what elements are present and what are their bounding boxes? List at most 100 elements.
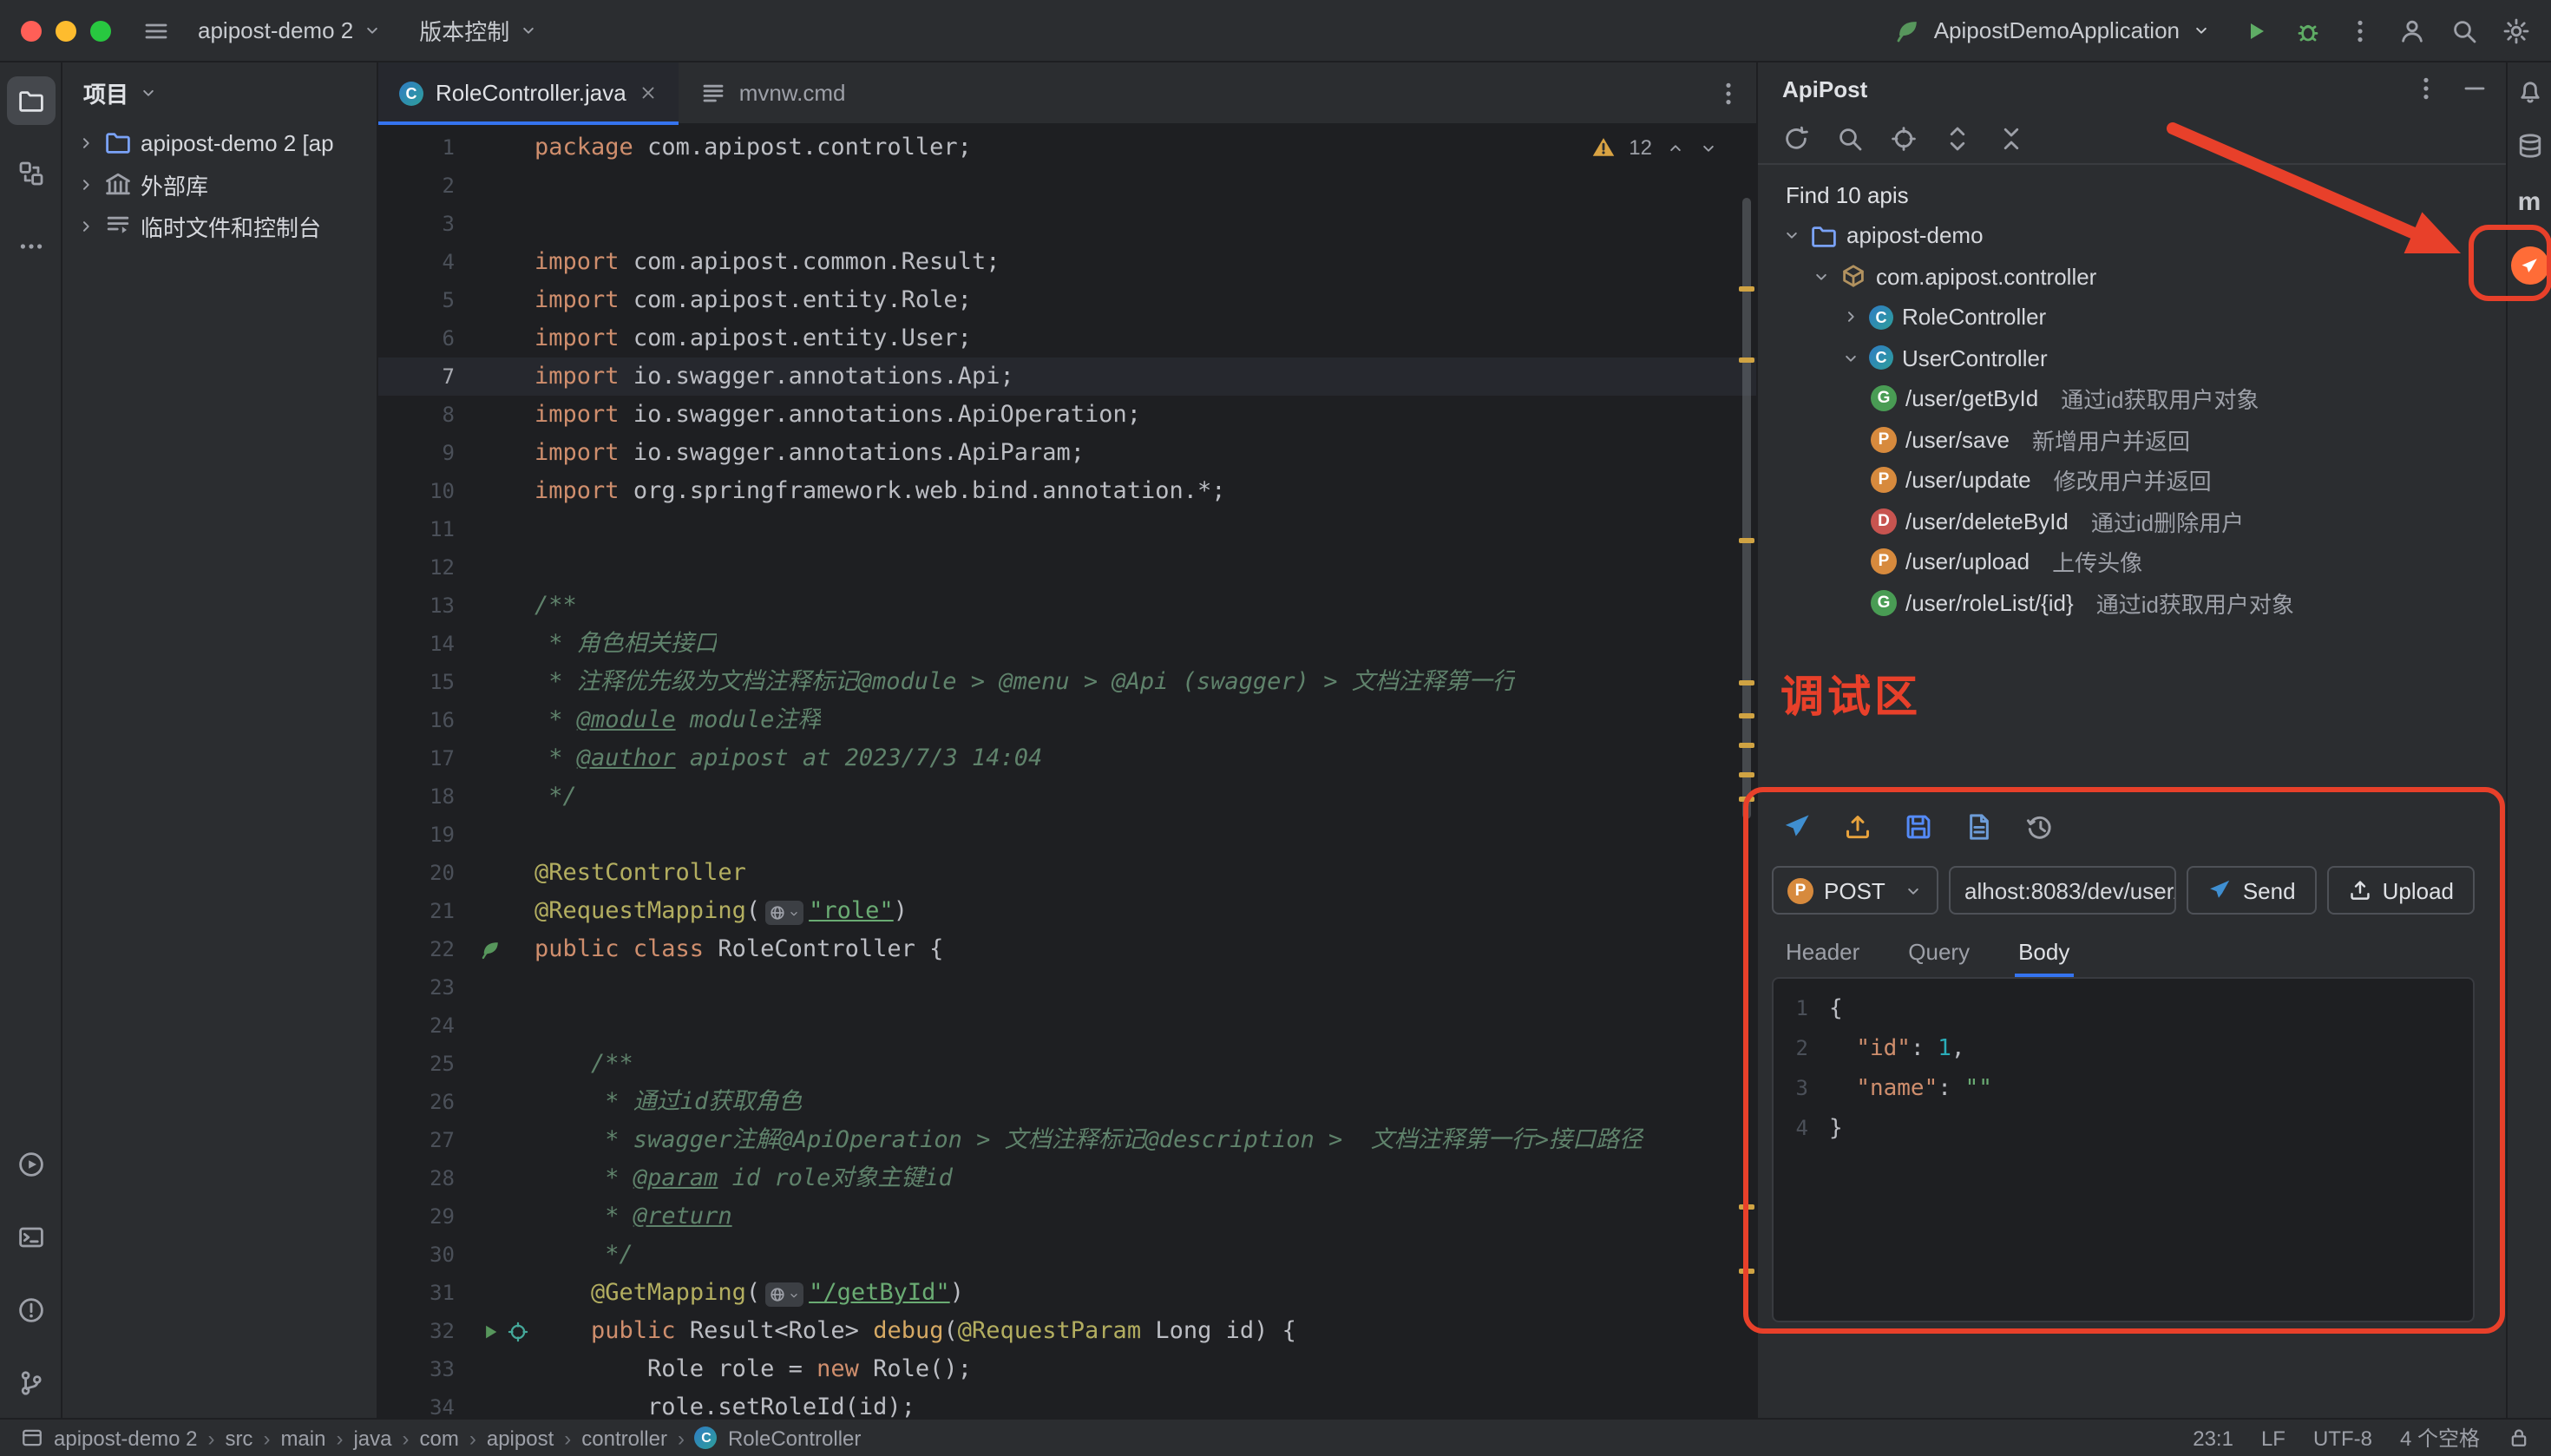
body-line[interactable]: 2 "id": 1, [1774,1029,2473,1069]
api-tree-item[interactable]: CRoleController [1758,297,2506,338]
send-icon[interactable] [1782,812,1812,842]
notifications-icon[interactable] [2515,76,2543,104]
hide-panel-icon[interactable] [2461,75,2489,102]
error-stripe[interactable] [1735,125,1756,1418]
inspections-widget[interactable]: 12 [1590,135,1718,160]
code-line[interactable]: 29 * @return [378,1197,1756,1236]
code-line[interactable]: 21@RequestMapping("role") [378,892,1756,930]
terminal-tool-button[interactable] [6,1213,55,1262]
hamburger-menu-icon[interactable] [142,16,170,44]
code-line[interactable]: 31 @GetMapping("/getById") [378,1274,1756,1312]
code-line[interactable]: 28 * @param id role对象主键id [378,1159,1756,1197]
api-gutter-icon[interactable] [479,938,502,961]
code-line[interactable]: 12 [378,548,1756,587]
debug-button[interactable] [2294,16,2322,44]
minimize-window-button[interactable] [56,20,76,41]
project-tree-item[interactable]: 临时文件和控制台 [62,205,377,246]
code-line[interactable]: 24 [378,1007,1756,1045]
api-tree-endpoint[interactable]: P/user/upload上传头像 [1758,541,2506,582]
upload-icon[interactable] [1843,812,1872,842]
code-with-me-icon[interactable] [2398,16,2426,44]
code-line[interactable]: 11 [378,510,1756,548]
chevron-right-icon[interactable] [76,174,95,193]
api-tree-endpoint[interactable]: G/user/getById通过id获取用户对象 [1758,378,2506,419]
history-icon[interactable] [2025,812,2055,842]
body-line[interactable]: 4} [1774,1109,2473,1149]
search-icon[interactable] [1836,125,1864,153]
breadcrumb-item[interactable]: com [420,1426,459,1450]
settings-icon[interactable] [2502,16,2530,44]
code-line[interactable]: 25 /** [378,1045,1756,1083]
project-widget[interactable]: apipost-demo 2 [187,12,391,49]
tab-header[interactable]: Header [1782,932,1863,977]
lock-icon[interactable] [2508,1426,2530,1449]
locate-icon[interactable] [1890,125,1918,153]
code-line[interactable]: 20@RestController [378,854,1756,892]
tab-mvnw-cmd[interactable]: mvnw.cmd [679,62,867,124]
collapse-all-icon[interactable] [1997,125,2025,153]
more-actions-icon[interactable] [2346,16,2374,44]
run-tool-button[interactable] [6,1140,55,1189]
code-line[interactable]: 6import com.apipost.entity.User; [378,319,1756,357]
chevron-down-icon[interactable] [1841,349,1860,368]
more-tool-windows-button[interactable] [6,222,55,271]
code-line[interactable]: 9import io.swagger.annotations.ApiParam; [378,434,1756,472]
code-line[interactable]: 10import org.springframework.web.bind.an… [378,472,1756,510]
url-inlay-hint[interactable] [765,1282,803,1307]
indent-setting[interactable]: 4 个空格 [2400,1423,2480,1453]
code-line[interactable]: 17 * @author apipost at 2023/7/3 14:04 [378,739,1756,777]
tab-body[interactable]: Body [2015,932,2073,977]
docs-icon[interactable] [1964,812,1994,842]
database-icon[interactable] [2515,132,2543,160]
structure-tool-button[interactable] [6,149,55,198]
git-tool-button[interactable] [6,1359,55,1407]
tab-rolecontroller-java[interactable]: C RoleController.java [378,62,679,124]
chevron-down-icon[interactable] [1812,267,1831,286]
search-everywhere-icon[interactable] [2450,16,2478,44]
api-tree-endpoint[interactable]: P/user/save新增用户并返回 [1758,419,2506,460]
problems-tool-button[interactable] [6,1286,55,1335]
project-tree-item[interactable]: apipost-demo 2 [ap [62,121,377,163]
run-configuration-widget[interactable]: ApipostDemoApplication [1894,16,2211,44]
tab-options-icon[interactable] [1715,79,1742,107]
api-tree-item[interactable]: CUserController [1758,338,2506,378]
api-tree-endpoint[interactable]: G/user/roleList/{id}通过id获取用户对象 [1758,582,2506,623]
project-panel-header[interactable]: 项目 [62,62,377,121]
code-line[interactable]: 5import com.apipost.entity.Role; [378,281,1756,319]
body-editor[interactable]: 1{2 "id": 1,3 "name": ""4} [1772,977,2475,1322]
run-gutter-icon[interactable] [479,1320,502,1342]
code-line[interactable]: 22public class RoleController { [378,930,1756,968]
code-line[interactable]: 32 public Result<Role> debug(@RequestPar… [378,1312,1756,1350]
run-button[interactable] [2242,16,2270,44]
tab-query[interactable]: Query [1905,932,1973,977]
chevron-right-icon[interactable] [76,216,95,235]
breadcrumb-item[interactable]: main [280,1426,325,1450]
zoom-window-button[interactable] [90,20,111,41]
next-problem-icon[interactable] [1699,138,1718,157]
chevron-down-icon[interactable] [1782,226,1801,246]
body-line[interactable]: 1{ [1774,989,2473,1029]
body-line[interactable]: 3 "name": "" [1774,1069,2473,1109]
code-line[interactable]: 2 [378,167,1756,205]
code-line[interactable]: 7import io.swagger.annotations.Api; [378,357,1756,396]
breadcrumb-item[interactable]: controller [581,1426,667,1450]
chevron-right-icon[interactable] [1841,308,1860,327]
save-icon[interactable] [1904,812,1933,842]
code-line[interactable]: 13/** [378,587,1756,625]
method-select[interactable]: P POST [1772,866,1938,915]
code-line[interactable]: 8import io.swagger.annotations.ApiOperat… [378,396,1756,434]
api-tree-endpoint[interactable]: P/user/update修改用户并返回 [1758,460,2506,501]
target-gutter-icon[interactable] [507,1320,529,1342]
breadcrumb-item[interactable]: apipost-demo 2 [54,1426,197,1450]
upload-button[interactable]: Upload [2327,866,2475,915]
code-line[interactable]: 19 [378,816,1756,854]
vcs-widget[interactable]: 版本控制 [409,9,548,52]
project-tree-item[interactable]: 外部库 [62,163,377,205]
caret-position[interactable]: 23:1 [2193,1426,2233,1450]
code-line[interactable]: 16 * @module module注释 [378,701,1756,739]
expand-all-icon[interactable] [1944,125,1971,153]
send-button[interactable]: Send [2187,866,2317,915]
maven-icon[interactable]: m [2518,187,2541,219]
url-inlay-hint[interactable] [765,901,803,925]
close-tab-icon[interactable] [639,83,658,102]
